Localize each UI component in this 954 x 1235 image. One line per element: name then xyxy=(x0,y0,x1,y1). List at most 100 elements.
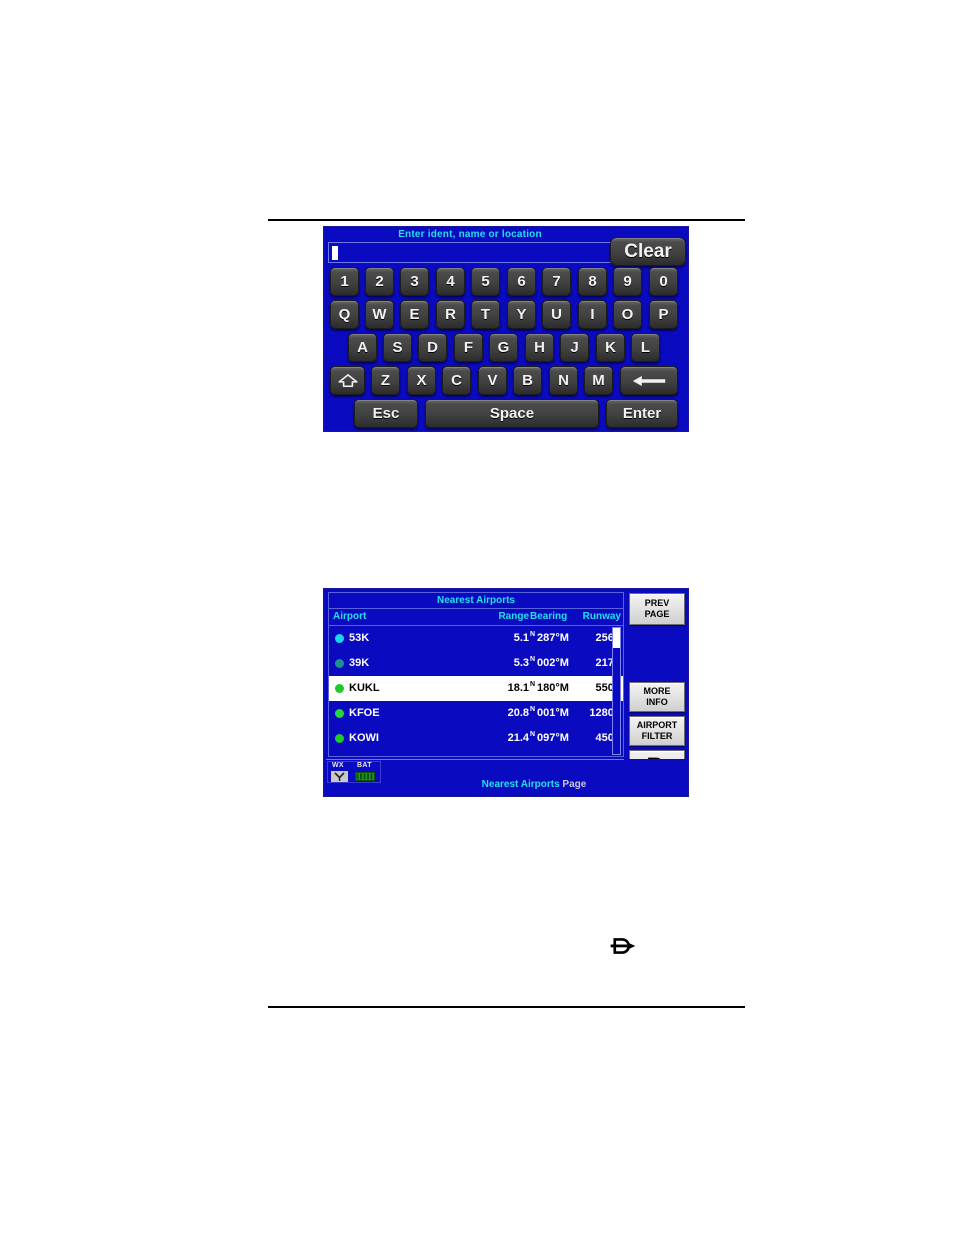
key-a[interactable]: A xyxy=(348,333,377,362)
table-row[interactable]: KOWI 21.4 N 097°M 4500 F xyxy=(329,726,623,751)
key-3[interactable]: 3 xyxy=(400,267,429,296)
page-rule-top xyxy=(268,219,745,221)
key-l[interactable]: L xyxy=(631,333,660,362)
battery-bars-icon xyxy=(356,773,373,780)
airport-range: 21.4 xyxy=(507,732,529,744)
key-5[interactable]: 5 xyxy=(471,267,500,296)
key-t[interactable]: T xyxy=(471,300,500,329)
key-o[interactable]: O xyxy=(613,300,642,329)
key-1[interactable]: 1 xyxy=(330,267,359,296)
range-unit: N xyxy=(530,656,536,663)
range-unit: N xyxy=(530,681,536,688)
airport-type-dot-icon xyxy=(335,709,344,718)
keyboard-screen: Enter ident, name or location Clear 1 2 … xyxy=(323,226,689,432)
panel-title: Nearest Airports xyxy=(437,595,515,606)
airport-table-body: 53K 5.1 N 287°M 2560 F 39K 5.3 N 002°M 2… xyxy=(329,626,623,757)
airport-type-dot-icon xyxy=(335,684,344,693)
airport-filter-button[interactable]: AIRPORT FILTER xyxy=(629,716,685,746)
antenna-icon xyxy=(334,772,345,781)
key-j[interactable]: J xyxy=(560,333,589,362)
battery-icon xyxy=(355,772,375,781)
key-x[interactable]: X xyxy=(407,366,436,395)
key-m[interactable]: M xyxy=(584,366,613,395)
table-row-selected[interactable]: KUKL 18.1 N 180°M 5500 F xyxy=(329,676,623,701)
key-2[interactable]: 2 xyxy=(365,267,394,296)
airport-filter-label-line1: AIRPORT xyxy=(636,720,678,730)
airport-type-dot-icon xyxy=(335,634,344,643)
key-r[interactable]: R xyxy=(436,300,465,329)
key-u[interactable]: U xyxy=(542,300,571,329)
key-i[interactable]: I xyxy=(578,300,607,329)
key-k[interactable]: K xyxy=(596,333,625,362)
column-header-bearing: Bearing xyxy=(530,611,568,622)
key-g[interactable]: G xyxy=(489,333,518,362)
range-unit: N xyxy=(530,631,536,638)
column-header-airport: Airport xyxy=(333,611,367,622)
wx-label: WX xyxy=(332,762,344,769)
airport-range: 20.8 xyxy=(507,707,529,719)
airport-type-dot-icon xyxy=(335,734,344,743)
table-row[interactable]: 53K 5.1 N 287°M 2560 F xyxy=(329,626,623,651)
airport-ident: KUKL xyxy=(349,682,380,694)
key-y[interactable]: Y xyxy=(507,300,536,329)
table-column-headers: Airport Range Bearing Runway xyxy=(329,609,623,625)
direct-to-icon xyxy=(610,938,636,954)
key-p[interactable]: P xyxy=(649,300,678,329)
airport-filter-label-line2: FILTER xyxy=(641,731,673,741)
key-w[interactable]: W xyxy=(365,300,394,329)
more-info-label-line1: MORE xyxy=(643,686,671,696)
column-header-range: Range xyxy=(498,611,529,622)
table-scrollbar[interactable] xyxy=(612,627,621,755)
key-8[interactable]: 8 xyxy=(578,267,607,296)
airport-ident: 53K xyxy=(349,632,370,644)
shift-icon xyxy=(337,373,358,387)
key-e[interactable]: E xyxy=(400,300,429,329)
keyboard-row-bottom: Z X C V B N M xyxy=(324,366,690,396)
key-q[interactable]: Q xyxy=(330,300,359,329)
esc-key[interactable]: Esc xyxy=(354,399,418,428)
key-v[interactable]: V xyxy=(478,366,507,395)
backspace-arrow-icon xyxy=(632,375,666,386)
airport-ident: KFOE xyxy=(349,707,380,719)
keyboard-row-qwerty: Q W E R T Y U I O P xyxy=(324,300,690,330)
inline-direct-to-icon-wrapper xyxy=(609,935,637,957)
key-9[interactable]: 9 xyxy=(613,267,642,296)
airport-range: 5.1 xyxy=(513,632,529,644)
key-b[interactable]: B xyxy=(513,366,542,395)
nearest-airports-panel: Nearest Airports Airport Range Bearing R… xyxy=(328,592,624,757)
backspace-key[interactable] xyxy=(620,366,678,395)
ident-search-input[interactable] xyxy=(328,242,612,263)
key-s[interactable]: S xyxy=(383,333,412,362)
table-row[interactable]: KFOE 20.8 N 001°M 12802 F xyxy=(329,701,623,726)
key-4[interactable]: 4 xyxy=(436,267,465,296)
shift-key[interactable] xyxy=(330,366,365,395)
key-f[interactable]: F xyxy=(454,333,483,362)
airport-ident: KOWI xyxy=(349,732,379,744)
enter-key[interactable]: Enter xyxy=(606,399,678,428)
key-d[interactable]: D xyxy=(418,333,447,362)
page-label: Nearest Airports Page xyxy=(384,779,684,790)
airport-range: 5.3 xyxy=(513,657,529,669)
key-c[interactable]: C xyxy=(442,366,471,395)
scrollbar-thumb[interactable] xyxy=(613,628,620,648)
clear-button[interactable]: Clear xyxy=(610,237,686,266)
keyboard-row-space: Esc Space Enter xyxy=(324,399,690,429)
page-label-suffix: Page xyxy=(559,779,587,790)
keyboard-row-home: A S D F G H J K L xyxy=(324,333,690,363)
key-z[interactable]: Z xyxy=(371,366,400,395)
text-caret xyxy=(332,246,338,260)
space-key[interactable]: Space xyxy=(425,399,599,428)
range-unit: N xyxy=(530,706,536,713)
key-h[interactable]: H xyxy=(525,333,554,362)
prev-page-button[interactable]: PREV PAGE xyxy=(629,593,685,625)
table-row[interactable]: 39K 5.3 N 002°M 2170 F xyxy=(329,651,623,676)
prev-page-label-line2: PAGE xyxy=(644,609,670,619)
airport-ident: 39K xyxy=(349,657,370,669)
key-n[interactable]: N xyxy=(549,366,578,395)
key-6[interactable]: 6 xyxy=(507,267,536,296)
key-0[interactable]: 0 xyxy=(649,267,678,296)
more-info-button[interactable]: MORE INFO xyxy=(629,682,685,712)
key-7[interactable]: 7 xyxy=(542,267,571,296)
more-info-label-line2: INFO xyxy=(646,697,668,707)
wx-bat-indicator: WX BAT xyxy=(327,761,381,783)
